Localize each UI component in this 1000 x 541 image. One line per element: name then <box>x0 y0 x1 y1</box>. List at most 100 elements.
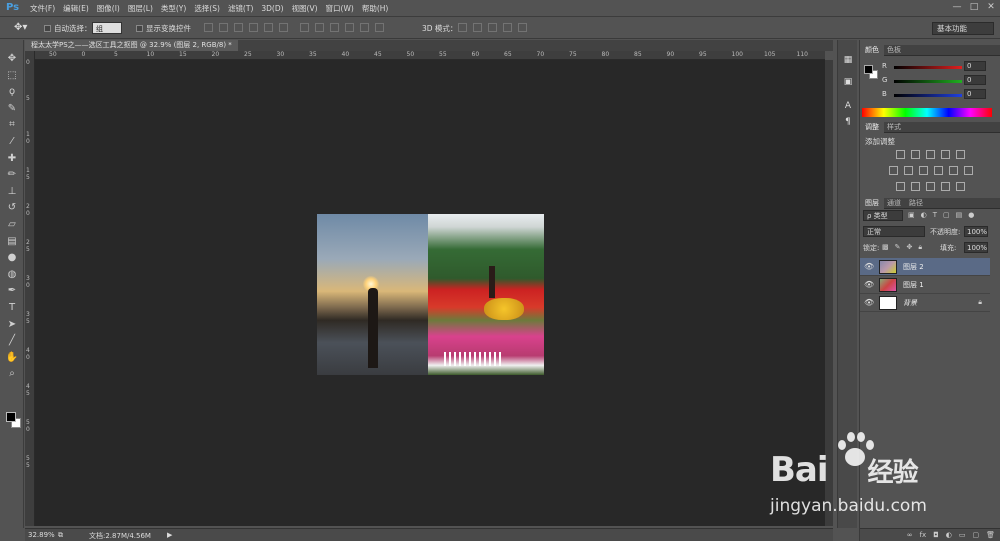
brightness-icon[interactable] <box>896 150 905 159</box>
clone-stamp-tool-icon[interactable]: ⊥ <box>4 185 20 199</box>
minimize-button[interactable]: — <box>952 2 962 13</box>
auto-select-checkbox[interactable] <box>44 25 51 32</box>
document-canvas[interactable] <box>317 214 544 375</box>
tab-styles[interactable]: 样式 <box>882 122 906 133</box>
channel-mixer-icon[interactable] <box>948 166 958 175</box>
menu-item[interactable]: 文件(F) <box>30 3 55 14</box>
color-lookup-icon[interactable] <box>963 166 973 175</box>
menu-item[interactable]: 窗口(W) <box>326 3 354 14</box>
3d-slide-icon[interactable] <box>503 23 512 32</box>
layer-style-icon[interactable]: fx <box>920 531 927 539</box>
quick-select-tool-icon[interactable]: ✎ <box>4 102 20 116</box>
align-top-icon[interactable] <box>204 23 213 32</box>
b-slider[interactable] <box>894 94 962 97</box>
b-value-field[interactable]: 0 <box>964 89 986 99</box>
align-hcenter-icon[interactable] <box>264 23 273 32</box>
new-adjustment-icon[interactable]: ◐ <box>946 531 952 539</box>
paragraph-panel-icon[interactable]: ¶ <box>842 116 854 128</box>
filter-toggle-icon[interactable]: ● <box>968 211 974 219</box>
menu-item[interactable]: 滤镜(T) <box>228 3 253 14</box>
delete-layer-icon[interactable]: 🗑︎ <box>986 531 995 539</box>
hand-tool-icon[interactable]: ✋ <box>4 351 20 365</box>
history-brush-tool-icon[interactable]: ↺ <box>4 201 20 215</box>
tab-adjustments[interactable]: 调整 <box>860 122 884 133</box>
menu-item[interactable]: 3D(D) <box>261 4 283 13</box>
filter-adjust-icon[interactable]: ◐ <box>921 211 927 219</box>
layer-filter-dropdown[interactable]: ρ 类型 <box>863 210 903 221</box>
tab-layers[interactable]: 图层 <box>860 198 884 209</box>
posterize-icon[interactable] <box>911 182 920 191</box>
3d-drag-icon[interactable] <box>488 23 497 32</box>
gradient-map-icon[interactable] <box>941 182 950 191</box>
levels-icon[interactable] <box>911 150 920 159</box>
threshold-icon[interactable] <box>926 182 935 191</box>
new-layer-icon[interactable]: ▢ <box>972 531 979 539</box>
lock-all-icon[interactable]: 🔒︎ <box>918 243 922 252</box>
crop-tool-icon[interactable]: ⌗ <box>4 118 20 132</box>
auto-select-dropdown[interactable]: 组 <box>92 22 122 34</box>
tab-color[interactable]: 颜色 <box>860 45 884 56</box>
selective-color-icon[interactable] <box>956 182 965 191</box>
new-group-icon[interactable]: ▭ <box>959 531 966 539</box>
visibility-eye-icon[interactable]: 👁︎ <box>864 298 874 307</box>
invert-icon[interactable] <box>896 182 905 191</box>
move-tool-icon[interactable]: ✥ <box>4 52 20 66</box>
menu-item[interactable]: 图层(L) <box>128 3 153 14</box>
distribute-right-icon[interactable] <box>375 23 384 32</box>
brush-tool-icon[interactable]: ✏ <box>4 168 20 182</box>
black-white-icon[interactable] <box>918 166 928 175</box>
visibility-eye-icon[interactable]: 👁︎ <box>864 262 874 271</box>
lock-transparent-icon[interactable]: ▩ <box>882 243 889 252</box>
status-menu-arrow-icon[interactable]: ▶ <box>167 531 172 539</box>
menu-item[interactable]: 图像(I) <box>97 3 120 14</box>
lock-position-icon[interactable]: ✥ <box>907 243 913 252</box>
layer-row-background[interactable]: 👁︎ 背景 🔒︎ <box>860 294 990 312</box>
curves-icon[interactable] <box>926 150 935 159</box>
menu-item[interactable]: 视图(V) <box>292 3 318 14</box>
document-tab[interactable]: 程太太学PS之——选区工具之抠图 @ 32.9% (图层 2, RGB/8) * <box>25 40 238 51</box>
show-transform-checkbox[interactable] <box>136 25 143 32</box>
workspace-dropdown[interactable]: 基本功能 <box>932 22 994 35</box>
character-panel-icon[interactable]: A <box>842 100 854 112</box>
3d-rotate-icon[interactable] <box>458 23 467 32</box>
hue-saturation-icon[interactable] <box>888 166 898 175</box>
eraser-tool-icon[interactable]: ▱ <box>4 218 20 232</box>
filter-shape-icon[interactable]: ▢ <box>943 211 950 219</box>
layer-row-layer2[interactable]: 👁︎ 图层 2 <box>860 258 990 276</box>
horizontal-ruler[interactable]: 50 0 5 10 15 20 25 30 35 40 45 50 55 60 65 70 75 80 85 90 95… <box>35 51 825 60</box>
color-spectrum[interactable] <box>862 108 992 117</box>
3d-scale-icon[interactable] <box>518 23 527 32</box>
pen-tool-icon[interactable]: ✒ <box>4 284 20 298</box>
g-value-field[interactable]: 0 <box>964 75 986 85</box>
distribute-hcenter-icon[interactable] <box>360 23 369 32</box>
lock-pixels-icon[interactable]: ✎ <box>895 243 901 252</box>
vertical-ruler[interactable]: 0 5 1 0 1 5 2 0 2 5 3 0 3 5 4 0 4 5 5 0 5 5 <box>25 51 35 526</box>
vibrance-icon[interactable] <box>956 150 965 159</box>
add-mask-icon[interactable]: ◘ <box>933 531 939 539</box>
align-left-icon[interactable] <box>249 23 258 32</box>
zoom-tool-icon[interactable]: ⌕ <box>4 367 20 381</box>
close-button[interactable]: ✕ <box>986 2 996 13</box>
tab-channels[interactable]: 通道 <box>882 198 906 209</box>
menu-item[interactable]: 帮助(H) <box>362 3 389 14</box>
opacity-field[interactable]: 100% <box>964 226 988 237</box>
menu-item[interactable]: 类型(Y) <box>161 3 186 14</box>
line-tool-icon[interactable]: ╱ <box>4 334 20 348</box>
path-select-tool-icon[interactable]: ➤ <box>4 318 20 332</box>
r-value-field[interactable]: 0 <box>964 61 986 71</box>
blur-tool-icon[interactable]: ● <box>4 251 20 265</box>
tab-swatches[interactable]: 色板 <box>882 45 906 56</box>
link-layers-icon[interactable]: ∞ <box>907 531 913 539</box>
foreground-color-swatch[interactable] <box>6 412 16 422</box>
history-panel-icon[interactable]: ▦ <box>842 54 854 66</box>
type-tool-icon[interactable]: T <box>4 301 20 315</box>
marquee-tool-icon[interactable]: ⬚ <box>4 69 20 83</box>
visibility-eye-icon[interactable]: 👁︎ <box>864 280 874 289</box>
layer-row-layer1[interactable]: 👁︎ 图层 1 <box>860 276 990 294</box>
properties-panel-icon[interactable]: ▣ <box>842 76 854 88</box>
canvas-area[interactable] <box>35 60 825 526</box>
healing-brush-tool-icon[interactable]: ✚ <box>4 152 20 166</box>
dodge-tool-icon[interactable]: ◍ <box>4 268 20 282</box>
3d-roll-icon[interactable] <box>473 23 482 32</box>
filter-smart-icon[interactable]: ▤ <box>956 211 963 219</box>
